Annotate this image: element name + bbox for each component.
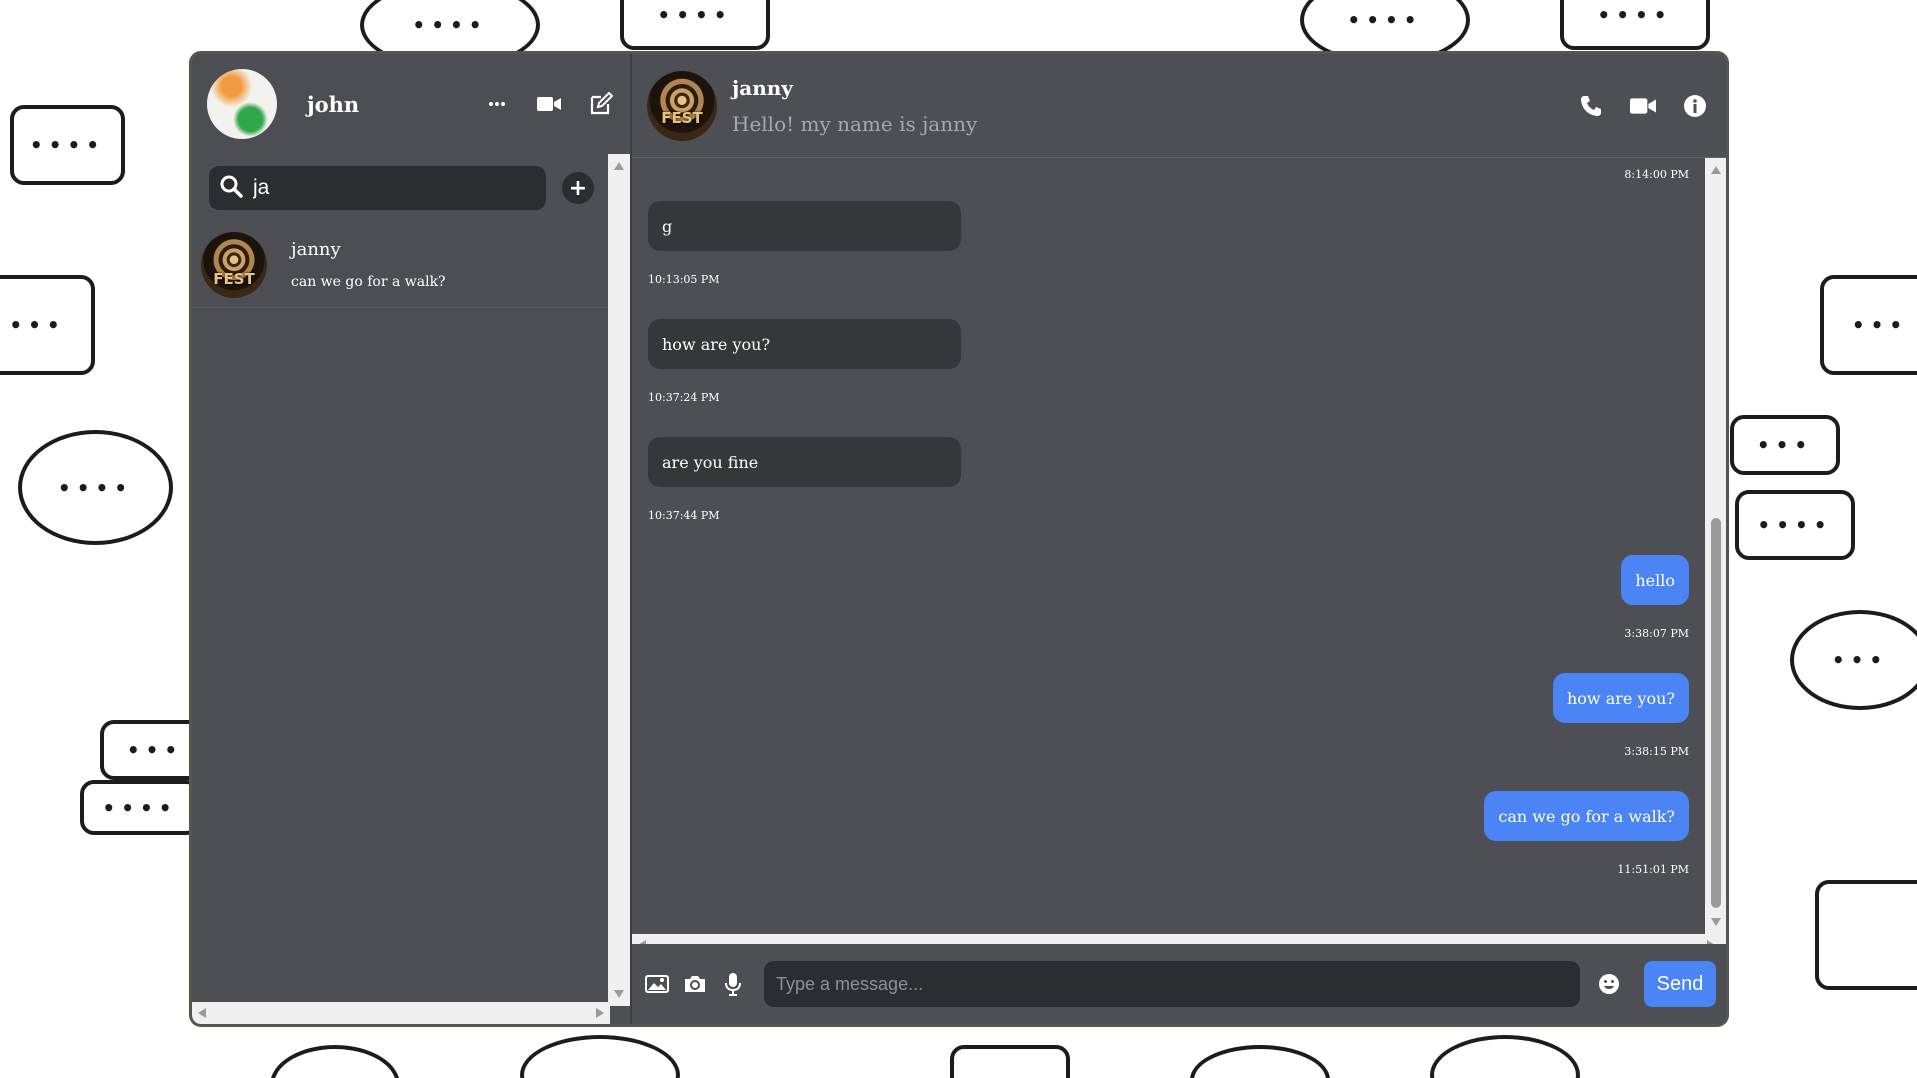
- emoji-icon[interactable]: [1594, 969, 1624, 999]
- message-bubble[interactable]: g: [648, 201, 961, 251]
- search-input[interactable]: [253, 176, 503, 200]
- speech-bubble-doodle: [950, 1045, 1070, 1078]
- user-header: john: [192, 54, 630, 154]
- sidebar-horizontal-scrollbar[interactable]: [192, 1002, 610, 1024]
- incoming-message: how are you? 10:37:24 PM: [648, 319, 1689, 437]
- speech-bubble-doodle: •••: [1820, 275, 1917, 375]
- incoming-message: g 10:13:05 PM: [648, 201, 1689, 319]
- message-bubble[interactable]: hello: [1621, 555, 1689, 605]
- video-icon[interactable]: [534, 89, 564, 119]
- chat-panel: janny Hello! my name is janny 8:14:00 PM…: [632, 54, 1726, 1024]
- speech-bubble-doodle: [1190, 1045, 1330, 1078]
- scrollbar-thumb[interactable]: [1711, 518, 1721, 908]
- speech-bubble-doodle: •••: [1730, 415, 1840, 475]
- speech-bubble-doodle: [270, 1045, 400, 1078]
- message-timestamp: 10:37:24 PM: [648, 391, 720, 404]
- phone-icon[interactable]: [1575, 90, 1607, 122]
- sidebar: john + janny: [192, 54, 632, 1024]
- conversation-list: janny can we go for a walk?: [192, 222, 608, 1024]
- outgoing-message: how are you? 3:38:15 PM: [648, 673, 1689, 791]
- speech-bubble-doodle: [1815, 880, 1917, 990]
- add-icon[interactable]: +: [562, 172, 594, 204]
- incoming-message: are you fine 10:37:44 PM: [648, 437, 1689, 555]
- mic-icon[interactable]: [718, 969, 748, 999]
- more-icon[interactable]: [482, 89, 512, 119]
- message-bubble[interactable]: can we go for a walk?: [1484, 791, 1689, 841]
- sidebar-vertical-scrollbar[interactable]: [608, 154, 630, 1006]
- message-timestamp: 11:51:01 PM: [1617, 863, 1689, 876]
- message-composer: Send: [632, 944, 1726, 1024]
- speech-bubble-doodle: [1430, 1035, 1580, 1078]
- message-list: 8:14:00 PM g 10:13:05 PM how are you? 10…: [632, 158, 1705, 934]
- message-input[interactable]: [764, 961, 1580, 1007]
- search-icon: [219, 174, 243, 202]
- speech-bubble-doodle: ••••: [620, 0, 770, 50]
- peer-name: janny: [732, 75, 793, 100]
- conversation-last-message: can we go for a walk?: [291, 274, 446, 290]
- speech-bubble-doodle: ••••: [1560, 0, 1710, 50]
- avatar[interactable]: [207, 69, 277, 139]
- scroll-up-icon[interactable]: [614, 162, 624, 170]
- message-bubble[interactable]: how are you?: [648, 319, 961, 369]
- scroll-down-icon[interactable]: [1711, 918, 1721, 926]
- scroll-down-icon[interactable]: [614, 990, 624, 998]
- camera-icon[interactable]: [680, 969, 710, 999]
- speech-bubble-doodle: ••••: [18, 430, 173, 545]
- chat-vertical-scrollbar[interactable]: [1705, 158, 1726, 934]
- outgoing-message: can we go for a walk? 11:51:01 PM: [648, 791, 1689, 909]
- send-button[interactable]: Send: [1644, 961, 1716, 1007]
- peer-status: Hello! my name is janny: [732, 111, 978, 136]
- search-row: +: [192, 154, 608, 222]
- messenger-window: john + janny: [189, 51, 1729, 1027]
- scroll-left-icon[interactable]: [198, 1008, 206, 1018]
- message-timestamp: 8:14:00 PM: [1624, 168, 1689, 181]
- conversation-name: janny: [291, 239, 341, 260]
- message-timestamp: 10:37:44 PM: [648, 509, 720, 522]
- scroll-right-icon[interactable]: [596, 1008, 604, 1018]
- speech-bubble-doodle: ••••: [10, 105, 125, 185]
- message-timestamp: 10:13:05 PM: [648, 273, 720, 286]
- current-user-name: john: [307, 91, 360, 117]
- message-bubble[interactable]: are you fine: [648, 437, 961, 487]
- avatar[interactable]: [647, 70, 717, 141]
- info-icon[interactable]: [1679, 90, 1711, 122]
- chat-header: janny Hello! my name is janny: [632, 54, 1726, 158]
- message-timestamp: 3:38:07 PM: [1624, 627, 1689, 640]
- list-item[interactable]: janny can we go for a walk?: [192, 222, 608, 308]
- video-icon[interactable]: [1627, 90, 1659, 122]
- heart-bubble-doodle: •••: [1790, 610, 1917, 710]
- scroll-up-icon[interactable]: [1711, 166, 1721, 174]
- speech-bubble-doodle: ••••: [1735, 490, 1855, 560]
- speech-bubble-doodle: ••••: [80, 780, 200, 835]
- compose-icon[interactable]: [586, 89, 616, 119]
- message-timestamp: 3:38:15 PM: [1624, 745, 1689, 758]
- speech-bubble-doodle: •••: [0, 275, 95, 375]
- avatar: [201, 231, 267, 298]
- speech-bubble-doodle: [520, 1035, 680, 1078]
- message-bubble[interactable]: how are you?: [1552, 673, 1689, 723]
- outgoing-message: hello 3:38:07 PM: [648, 555, 1689, 673]
- image-icon[interactable]: [642, 969, 672, 999]
- search-box: [209, 166, 546, 210]
